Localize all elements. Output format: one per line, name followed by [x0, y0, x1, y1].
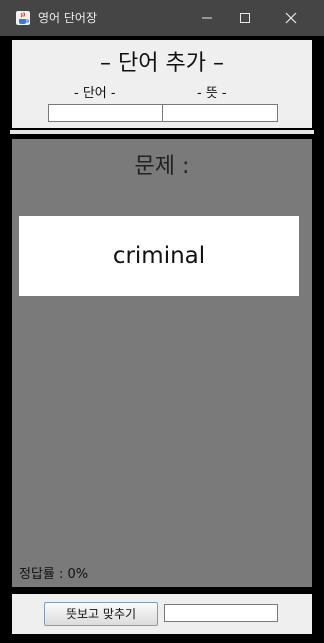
word-label: - 단어 - — [74, 86, 116, 101]
check-meaning-button[interactable]: 뜻보고 맞추기 — [44, 602, 158, 626]
close-icon — [285, 12, 297, 24]
java-coffee-icon — [15, 10, 31, 26]
title-bar[interactable]: 영어 단어장 — [0, 0, 324, 36]
quiz-panel: 문제 : criminal 정답률 : 0% — [10, 137, 314, 589]
quiz-word-box: criminal — [19, 216, 299, 296]
quiz-word: criminal — [112, 243, 206, 269]
quiz-title: 문제 : — [134, 154, 190, 179]
window-title: 영어 단어장 — [38, 11, 98, 25]
minimize-icon — [202, 17, 212, 19]
meaning-label: - 뜻 - — [197, 86, 227, 101]
accuracy-rate: 정답률 : 0% — [19, 567, 89, 582]
word-input[interactable] — [48, 104, 164, 122]
maximize-icon — [240, 13, 250, 23]
close-button[interactable] — [268, 0, 314, 36]
add-word-panel: – 단어 추가 – - 단어 - - 뜻 - — [10, 38, 314, 130]
separator — [10, 130, 314, 134]
meaning-input[interactable] — [162, 104, 278, 122]
answer-input[interactable] — [164, 604, 278, 622]
answer-panel: 뜻보고 맞추기 — [10, 592, 314, 636]
maximize-button[interactable] — [222, 0, 268, 36]
app-window: 영어 단어장 – 단어 추가 – - 단어 - - 뜻 - 문제 : crimi… — [0, 0, 324, 643]
add-word-heading: – 단어 추가 – — [100, 51, 224, 76]
